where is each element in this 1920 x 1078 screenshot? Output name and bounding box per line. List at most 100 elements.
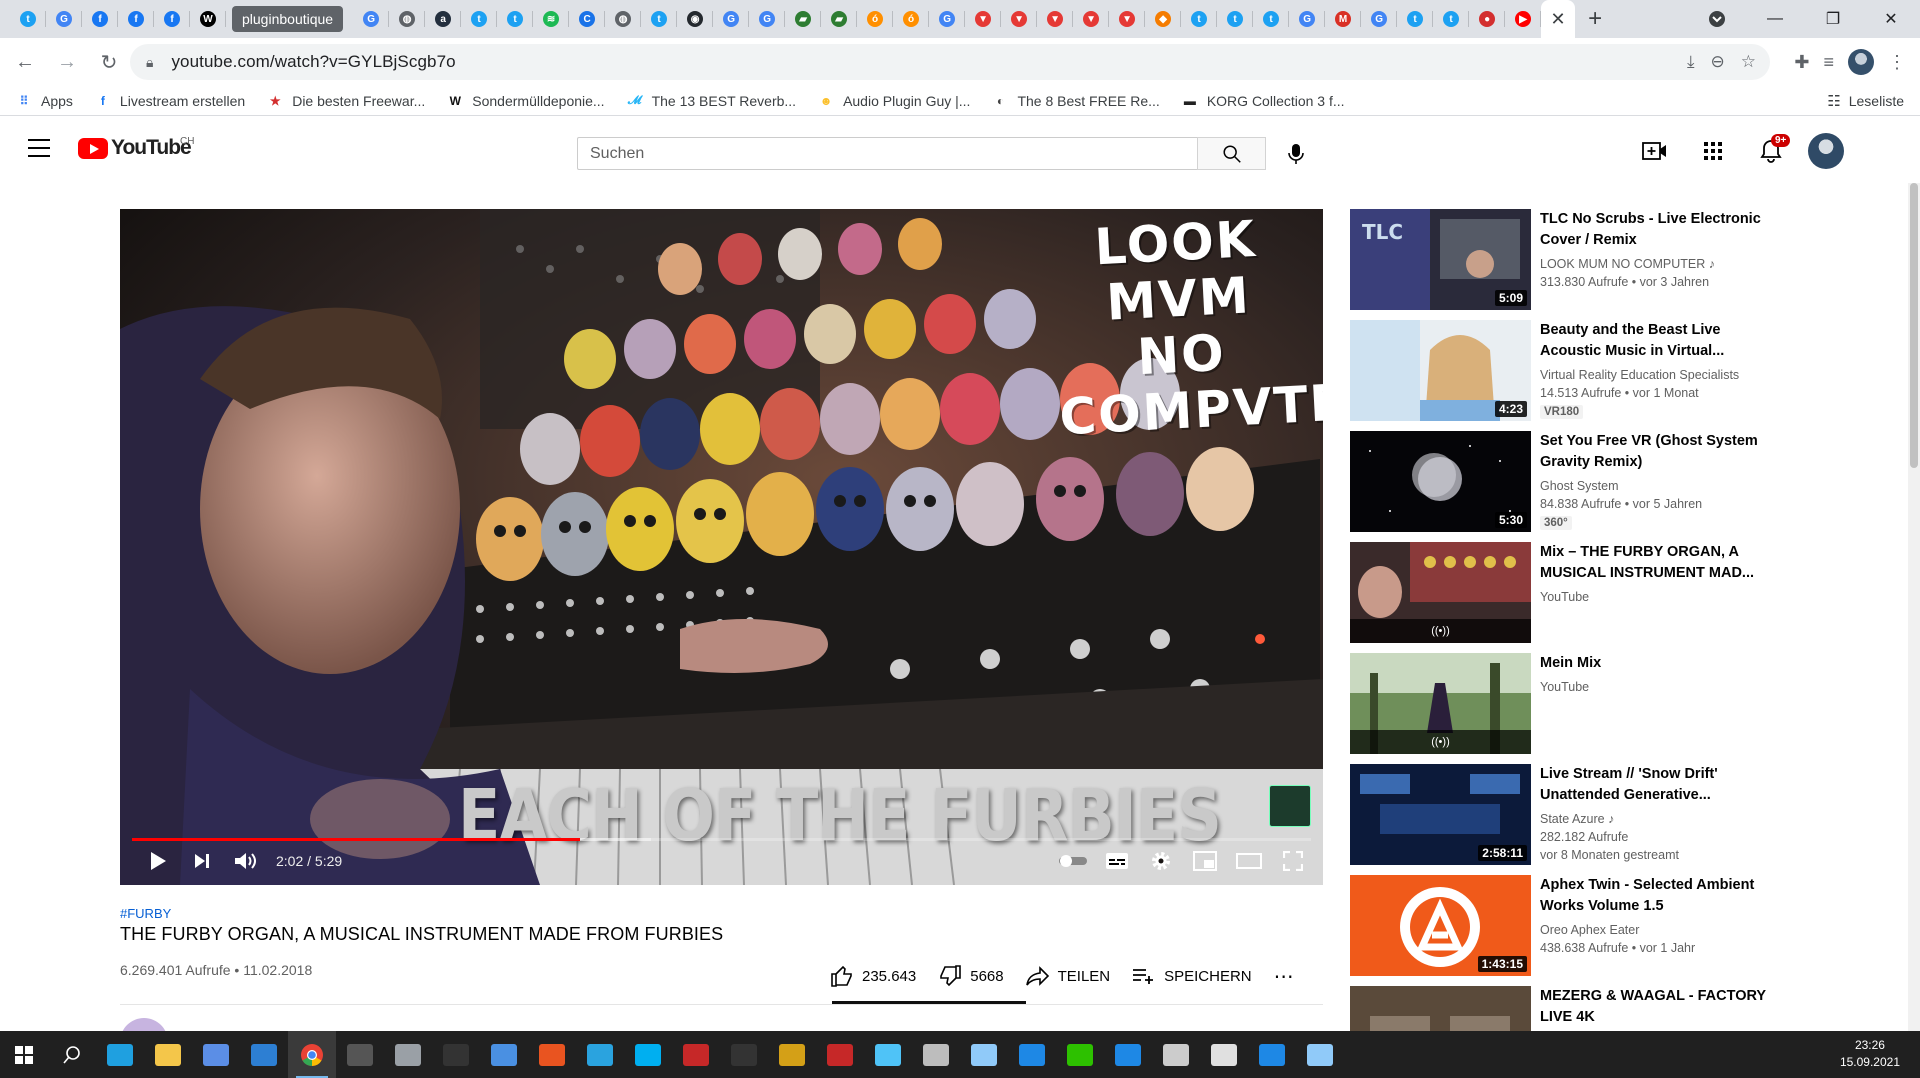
browser-tab[interactable]: ▰ [821,0,858,38]
browser-tab[interactable]: ▼ [1073,0,1110,38]
browser-tab[interactable]: t [1253,0,1290,38]
browser-tab[interactable]: f [154,0,190,38]
recommendation-item[interactable]: MEZERG & WAAGAL - FACTORY LIVE 4K [1350,986,1900,1078]
recommendation-title[interactable]: TLC No Scrubs - Live Electronic Cover / … [1540,209,1770,251]
page-scrollbar[interactable] [1908,183,1920,1031]
browser-tab[interactable]: ◆ [1145,0,1182,38]
like-button[interactable]: 235.643 [830,965,916,987]
search-input[interactable] [590,144,1198,163]
browser-tab[interactable]: W [190,0,226,38]
next-button[interactable] [180,839,224,883]
maximize-icon[interactable]: ❐ [1804,0,1862,38]
tab-search-icon[interactable] [1688,0,1746,38]
browser-tab[interactable]: t [1397,0,1434,38]
ableton-live-icon[interactable] [432,1031,480,1078]
install-app-icon[interactable]: ⤓ [1687,52,1695,72]
recommendation-channel[interactable]: LOOK MUM NO COMPUTER ♪ [1540,255,1770,273]
browser-tab[interactable]: t [641,0,678,38]
help-icon[interactable] [864,1031,912,1078]
bookmark-item[interactable]: ◐ The 8 Best FREE Re... [992,93,1160,109]
bookmark-item[interactable]: ★ Die besten Freewar... [267,93,425,109]
browser-tab[interactable]: G [1361,0,1398,38]
browser-tab[interactable]: ▼ [1037,0,1074,38]
hashtag-link[interactable]: #FURBY [120,906,171,921]
more-actions-button[interactable]: ⋯ [1274,964,1296,989]
browser-tab[interactable]: ≋ [533,0,570,38]
browser-tab[interactable]: M [1325,0,1362,38]
browser-tab[interactable]: t [497,0,534,38]
browser-tab[interactable]: G [46,0,82,38]
tab-pluginboutique[interactable]: pluginboutique [232,6,344,32]
app-diamond-icon[interactable] [384,1031,432,1078]
window-icon[interactable] [1104,1031,1152,1078]
settings-button[interactable] [1139,839,1183,883]
url-text[interactable]: youtube.com/watch?v=GYLBjScgb7o [171,52,455,72]
browser-tab[interactable]: G [353,0,390,38]
kali-icon[interactable] [720,1031,768,1078]
video-thumbnail[interactable]: ((•)) [1350,653,1531,754]
file-explorer-icon[interactable] [144,1031,192,1078]
recommendation-channel[interactable]: Virtual Reality Education Specialists [1540,366,1770,384]
account-avatar[interactable] [1808,133,1844,169]
miniplayer-button[interactable] [1183,839,1227,883]
reading-list[interactable]: ☷ Leseliste [1827,86,1904,116]
recommendation-title[interactable]: Mix – THE FURBY ORGAN, A MUSICAL INSTRUM… [1540,542,1770,584]
scrollbar-thumb[interactable] [1910,183,1918,468]
video-thumbnail[interactable]: 4:23 [1350,320,1531,421]
share-button[interactable]: TEILEN [1025,966,1110,986]
browser-tab[interactable]: ó [893,0,930,38]
app-dark-icon[interactable] [336,1031,384,1078]
zoom-icon[interactable]: ⊖ [1711,52,1725,72]
terminal-icon[interactable] [1152,1031,1200,1078]
browser-tab[interactable]: ▼ [965,0,1002,38]
recommendation-channel[interactable]: YouTube [1540,588,1770,606]
recommendation-item[interactable]: ((•)) Mix – THE FURBY ORGAN, A MUSICAL IN… [1350,542,1900,653]
notifications-icon[interactable]: 9+ [1750,132,1792,170]
browser-tab[interactable]: ▶ [1505,0,1542,38]
recommendation-item[interactable]: 1:43:15 Aphex Twin - Selected Ambient Wor… [1350,875,1900,986]
new-tab-button[interactable]: + [1575,0,1615,38]
recommendation-title[interactable]: MEZERG & WAAGAL - FACTORY LIVE 4K [1540,986,1770,1028]
bookmark-star-icon[interactable]: ☆ [1741,52,1756,72]
browser-tab[interactable]: f [118,0,154,38]
search-field[interactable] [577,137,1198,170]
video-thumbnail[interactable]: ((•)) [1350,542,1531,643]
recommendation-title[interactable]: Aphex Twin - Selected Ambient Works Volu… [1540,875,1770,917]
extensions-icon[interactable]: ✚ [1794,52,1809,73]
play-button[interactable] [136,839,180,883]
edge-icon[interactable] [96,1031,144,1078]
bookmark-item[interactable]: ☻ Audio Plugin Guy |... [818,93,971,109]
back-icon[interactable]: ← [8,45,42,79]
recommendation-title[interactable]: Beauty and the Beast Live Acoustic Music… [1540,320,1770,362]
fullscreen-button[interactable] [1271,839,1315,883]
search-button[interactable] [1197,137,1266,170]
recommendation-title[interactable]: Set You Free VR (Ghost System Gravity Re… [1540,431,1770,473]
apps-icon[interactable] [1692,132,1734,170]
mail-icon[interactable] [240,1031,288,1078]
volume-button[interactable] [224,839,268,883]
video-thumbnail[interactable]: 2:58:11 [1350,764,1531,865]
recommendation-item[interactable]: 4:23 Beauty and the Beast Live Acoustic M… [1350,320,1900,431]
save-button[interactable]: SPEICHERN [1132,967,1252,985]
media-control-icon[interactable]: ≡ [1823,52,1834,73]
browser-tab[interactable]: a [425,0,462,38]
windows-start-icon[interactable] [0,1031,48,1078]
browser-tab[interactable]: ▼ [1001,0,1038,38]
browser-tab[interactable]: t [1433,0,1470,38]
voicemeeter-icon[interactable] [816,1031,864,1078]
recommendation-item[interactable]: TLC 5:09 TLC No Scrubs - Live Electronic C… [1350,209,1900,320]
reload-icon[interactable]: ↻ [92,45,126,79]
browser-tab[interactable]: G [749,0,786,38]
browser-tab[interactable]: ◍ [605,0,642,38]
youtube-logo[interactable]: YouTube [78,136,192,160]
recommendation-channel[interactable]: Oreo Aphex Eater [1540,921,1770,939]
minimize-icon[interactable]: — [1746,0,1804,38]
video-thumbnail[interactable]: TLC 5:09 [1350,209,1531,310]
browser-tab[interactable]: ▰ [785,0,822,38]
browser-tab[interactable]: ● [1469,0,1506,38]
recommendation-item[interactable]: 2:58:11 Live Stream // 'Snow Drift' Unatt… [1350,764,1900,875]
lock-icon[interactable]: 🔒︎ [146,54,153,71]
recommendation-channel[interactable]: State Azure ♪ [1540,810,1770,828]
browser-tab[interactable]: ó [857,0,894,38]
recommendation-title[interactable]: Live Stream // 'Snow Drift' Unattended G… [1540,764,1770,806]
